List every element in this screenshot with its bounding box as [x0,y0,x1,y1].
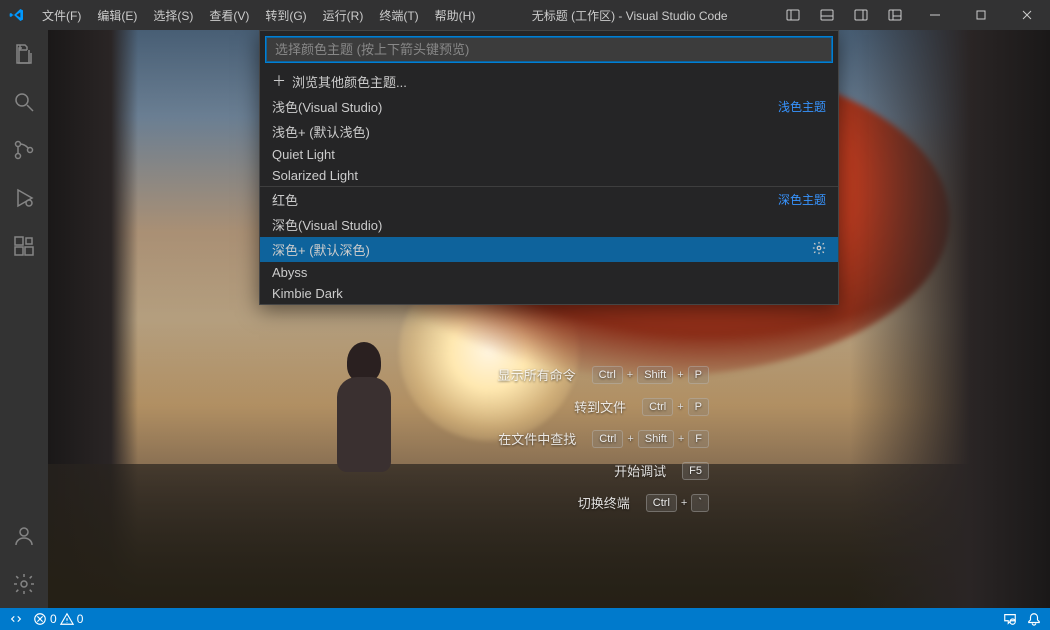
status-bar: 0 0 [0,608,1050,630]
activity-bar [0,30,48,608]
run-debug-icon[interactable] [0,174,48,222]
title-bar: 文件(F)编辑(E)选择(S)查看(V)转到(G)运行(R)终端(T)帮助(H)… [0,0,1050,30]
shortcut-row: 在文件中查找 Ctrl+Shift+F [389,429,709,448]
menu-item[interactable]: 文件(F) [34,0,89,30]
menu-item[interactable]: 帮助(H) [427,0,484,30]
shortcut-label: 切换终端 [578,493,630,512]
menu-item[interactable]: 选择(S) [145,0,201,30]
key: Ctrl [592,430,623,448]
key: Shift [637,366,673,384]
menu-bar: 文件(F)编辑(E)选择(S)查看(V)转到(G)运行(R)终端(T)帮助(H) [34,0,483,30]
menu-item[interactable]: 运行(R) [315,0,372,30]
remote-indicator[interactable] [4,608,28,630]
theme-label: 浅色+ (默认浅色) [272,122,370,141]
plus-icon: ＋ [272,71,286,91]
shortcut-row: 转到文件 Ctrl+P [389,397,709,416]
theme-label: Solarized Light [272,168,358,183]
key: P [688,398,709,416]
layout-panel-bottom-icon[interactable] [810,0,844,30]
theme-item[interactable]: Solarized Light [260,165,838,186]
browse-themes-item[interactable]: ＋ 浏览其他颜色主题... [260,68,838,94]
menu-item[interactable]: 编辑(E) [89,0,145,30]
feedback-icon[interactable] [998,608,1022,630]
theme-category-badge: 浅色主题 [778,98,826,115]
problems-indicator[interactable]: 0 0 [28,608,88,630]
quick-picker: ＋ 浏览其他颜色主题... 浅色(Visual Studio) 浅色主题浅色+ (… [259,30,839,305]
layout-panel-right-icon[interactable] [844,0,878,30]
theme-category-badge: 深色主题 [778,191,826,208]
extensions-icon[interactable] [0,222,48,270]
menu-item[interactable]: 终端(T) [371,0,426,30]
theme-label: 浅色(Visual Studio) [272,97,382,116]
layout-customize-icon[interactable] [878,0,912,30]
theme-label: Kimbie Dark [272,286,343,301]
key: Shift [638,430,674,448]
shortcut-label: 显示所有命令 [498,365,576,384]
shortcut-label: 开始调试 [614,461,666,480]
shortcut-keys: Ctrl+` [646,494,709,512]
theme-label: Abyss [272,265,307,280]
theme-item[interactable]: 浅色+ (默认浅色) [260,119,838,144]
theme-search-input[interactable] [266,37,832,62]
shortcut-label: 转到文件 [574,397,626,416]
theme-item[interactable]: 深色(Visual Studio) [260,212,838,237]
shortcut-label: 在文件中查找 [498,429,576,448]
key: Ctrl [642,398,673,416]
theme-label: 深色+ (默认深色) [272,240,370,259]
key: F [688,430,709,448]
settings-gear-icon[interactable] [0,560,48,608]
key: Ctrl [646,494,677,512]
shortcut-row: 开始调试 F5 [389,461,709,480]
error-count: 0 [50,612,57,626]
shortcut-row: 显示所有命令 Ctrl+Shift+P [389,365,709,384]
theme-list: ＋ 浏览其他颜色主题... 浅色(Visual Studio) 浅色主题浅色+ (… [260,68,838,304]
theme-label: Quiet Light [272,147,335,162]
menu-item[interactable]: 转到(G) [257,0,314,30]
theme-item[interactable]: Abyss [260,262,838,283]
key: Ctrl [592,366,623,384]
warning-count: 0 [77,612,84,626]
theme-item[interactable]: Kimbie Dark [260,283,838,304]
shortcut-keys: Ctrl+P [642,398,709,416]
key: P [688,366,709,384]
window-maximize-button[interactable] [958,0,1004,30]
explorer-icon[interactable] [0,30,48,78]
notifications-icon[interactable] [1022,608,1046,630]
theme-item[interactable]: 红色 深色主题 [260,186,838,212]
theme-label: 深色(Visual Studio) [272,215,382,234]
key: ` [691,494,709,512]
window-minimize-button[interactable] [912,0,958,30]
accounts-icon[interactable] [0,512,48,560]
theme-item[interactable]: 浅色(Visual Studio) 浅色主题 [260,94,838,119]
gear-icon[interactable] [812,241,826,258]
source-control-icon[interactable] [0,126,48,174]
title-controls [776,0,1050,30]
search-icon[interactable] [0,78,48,126]
shortcut-keys: Ctrl+Shift+P [592,366,709,384]
browse-label: 浏览其他颜色主题... [292,72,407,91]
editor-area: 显示所有命令 Ctrl+Shift+P 转到文件 Ctrl+P 在文件中查找 Ctrl+S… [48,30,1050,608]
layout-panel-left-icon[interactable] [776,0,810,30]
welcome-shortcuts: 显示所有命令 Ctrl+Shift+P 转到文件 Ctrl+P 在文件中查找 Ctrl+S… [389,365,709,525]
shortcut-keys: Ctrl+Shift+F [592,430,709,448]
vscode-icon [0,7,34,23]
menu-item[interactable]: 查看(V) [201,0,257,30]
main-area: 显示所有命令 Ctrl+Shift+P 转到文件 Ctrl+P 在文件中查找 Ctrl+S… [0,30,1050,608]
shortcut-keys: F5 [682,462,709,480]
window-close-button[interactable] [1004,0,1050,30]
theme-item[interactable]: 深色+ (默认深色) [260,237,838,262]
theme-label: 红色 [272,190,298,209]
window-title: 无标题 (工作区) - Visual Studio Code [483,7,776,24]
shortcut-row: 切换终端 Ctrl+` [389,493,709,512]
key: F5 [682,462,709,480]
theme-item[interactable]: Quiet Light [260,144,838,165]
